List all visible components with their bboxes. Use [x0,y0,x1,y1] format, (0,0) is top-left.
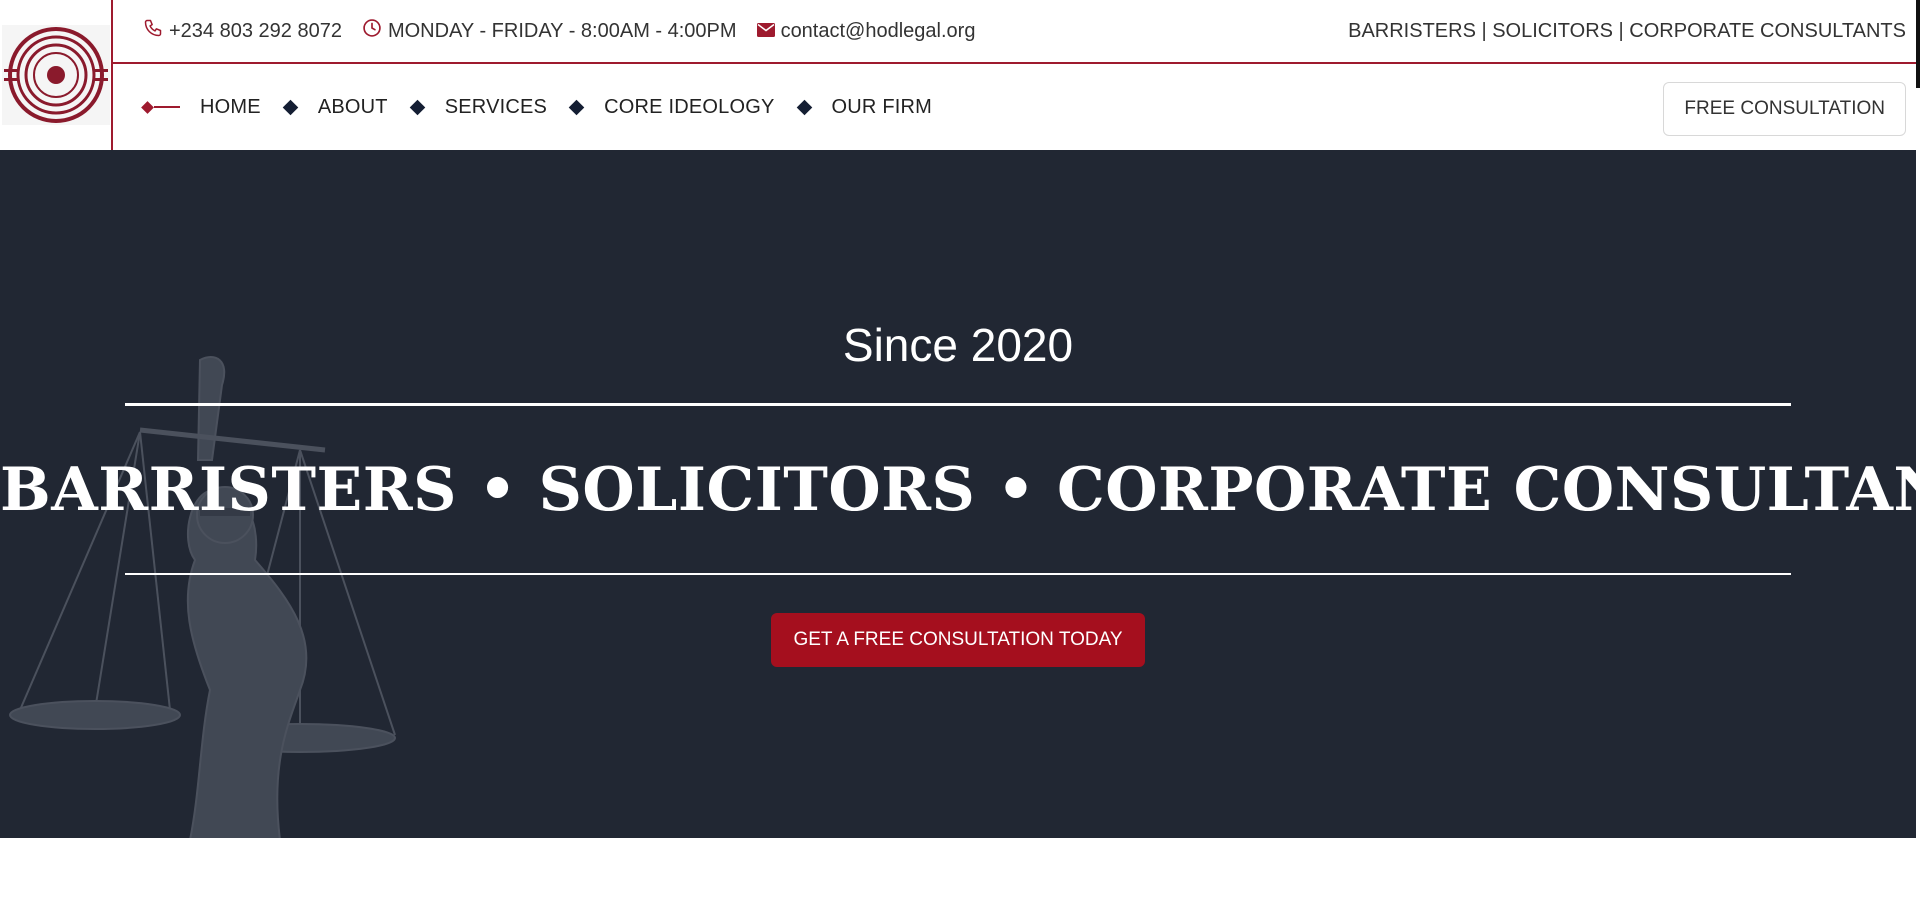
get-consultation-button[interactable]: GET A FREE CONSULTATION TODAY [771,613,1145,667]
lady-justice-image [9,356,396,838]
header-tagline: BARRISTERS | SOLICITORS | CORPORATE CONS… [1348,19,1906,42]
logo-container[interactable] [0,0,113,150]
nav-home[interactable]: HOME [200,96,261,119]
email-link[interactable]: contact@hodlegal.org [781,20,976,43]
divider-bottom [125,573,1791,575]
phone-info[interactable]: +234 803 292 8072 [143,18,342,44]
phone-icon [143,18,169,44]
logo-icon[interactable] [1,25,110,125]
diamond-icon [409,99,425,115]
diamond-icon [282,99,299,115]
hero-headline: BARRISTERS • SOLICITORS • CORPORATE CONS… [0,455,1916,525]
nav-decoration [141,100,180,114]
email-info[interactable]: contact@hodlegal.org [756,20,976,43]
phone-number[interactable]: +234 803 292 8072 [169,20,342,43]
contact-bar: +234 803 292 8072 MONDAY - FRIDAY - 8:00… [113,0,1916,64]
since-heading: Since 2020 [842,319,1074,371]
main-nav: HOME ABOUT SERVICES CORE IDEOLOGY OUR FI… [113,64,1916,150]
divider-top [125,403,1791,406]
hours-info: MONDAY - FRIDAY - 8:00AM - 4:00PM [362,18,737,44]
free-consultation-button[interactable]: FREE CONSULTATION [1663,82,1906,136]
scrollbar-thumb[interactable] [1916,0,1920,88]
clock-icon [362,18,388,44]
site-header: +234 803 292 8072 MONDAY - FRIDAY - 8:00… [0,0,1916,150]
hero-section: Since 2020 BARRISTERS • SOLICITORS • COR… [0,150,1916,838]
nav-about[interactable]: ABOUT [318,96,388,119]
diamond-icon [796,99,812,115]
nav-services[interactable]: SERVICES [445,96,547,119]
nav-our-firm[interactable]: OUR FIRM [832,96,932,119]
mail-icon [756,20,781,43]
nav-core-ideology[interactable]: CORE IDEOLOGY [604,96,774,119]
business-hours: MONDAY - FRIDAY - 8:00AM - 4:00PM [387,19,737,42]
diamond-icon [568,99,585,115]
